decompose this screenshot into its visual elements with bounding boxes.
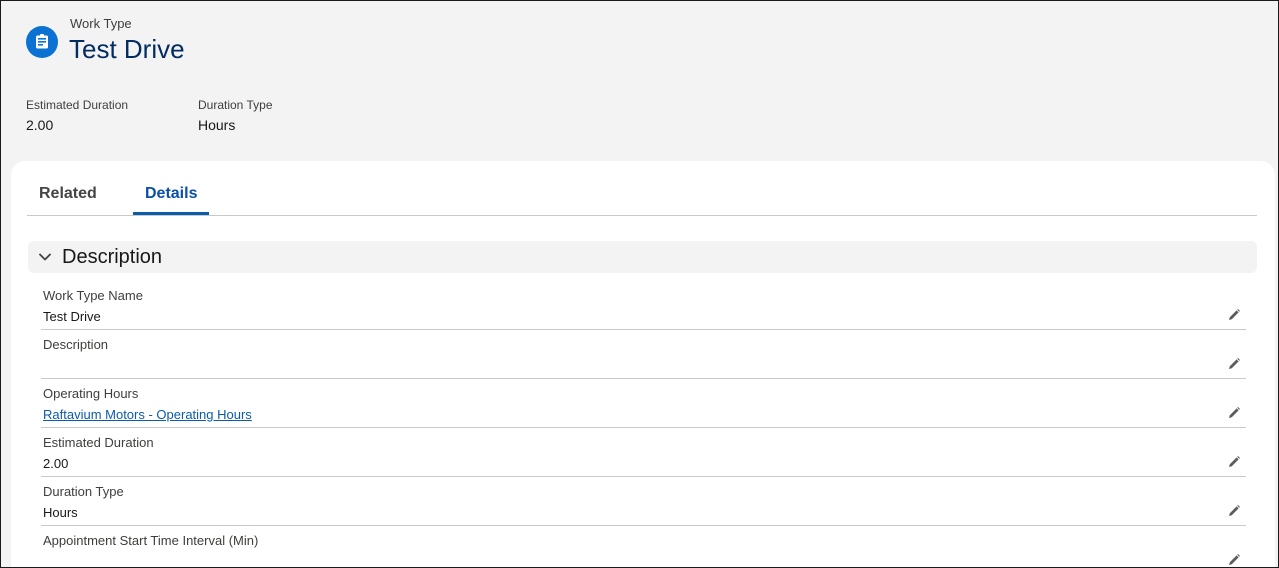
pencil-icon[interactable] bbox=[1226, 405, 1242, 421]
chevron-down-icon bbox=[38, 250, 52, 264]
pencil-icon[interactable] bbox=[1226, 503, 1242, 519]
tab-related[interactable]: Related bbox=[39, 185, 97, 215]
tab-details[interactable]: Details bbox=[133, 185, 210, 215]
record-title: Test Drive bbox=[69, 34, 185, 64]
object-type-label: Work Type bbox=[70, 16, 132, 31]
operating-hours-link[interactable]: Raftavium Motors - Operating Hours bbox=[43, 407, 252, 422]
field-value: Hours bbox=[43, 505, 78, 520]
field-value: Test Drive bbox=[43, 309, 101, 324]
field-label: Duration Type bbox=[43, 484, 124, 499]
field-label: Description bbox=[43, 337, 109, 352]
highlight-label: Estimated Duration bbox=[26, 98, 129, 112]
field-duration-type: Duration Type Hours bbox=[41, 477, 1246, 526]
tab-bar: Related Details bbox=[27, 161, 1257, 216]
field-label: Estimated Duration bbox=[43, 435, 154, 450]
section-description-header[interactable]: Description bbox=[28, 241, 1257, 273]
field-list: Work Type Name Test Drive Description Op… bbox=[41, 281, 1246, 567]
highlight-estimated-duration: Estimated Duration 2.00 bbox=[26, 97, 128, 134]
field-value: 2.00 bbox=[43, 456, 69, 471]
field-appointment-start-time-interval: Appointment Start Time Interval (Min) bbox=[41, 526, 1246, 567]
field-label: Operating Hours bbox=[43, 386, 139, 401]
pencil-icon[interactable] bbox=[1226, 454, 1242, 470]
field-label: Work Type Name bbox=[43, 288, 143, 303]
field-label: Appointment Start Time Interval (Min) bbox=[43, 533, 259, 548]
field-work-type-name: Work Type Name Test Drive bbox=[41, 281, 1246, 330]
pencil-icon[interactable] bbox=[1226, 356, 1242, 372]
record-page: Work Type Test Drive Estimated Duration … bbox=[0, 0, 1279, 568]
pencil-icon[interactable] bbox=[1226, 307, 1242, 323]
highlight-value: Hours bbox=[198, 117, 236, 133]
section-title: Description bbox=[62, 245, 163, 268]
details-card: Related Details Description Work Type Na… bbox=[11, 161, 1275, 567]
field-operating-hours: Operating Hours Raftavium Motors - Opera… bbox=[41, 379, 1246, 428]
work-type-icon bbox=[26, 26, 58, 58]
highlight-duration-type: Duration Type Hours bbox=[198, 97, 273, 134]
highlight-label: Duration Type bbox=[198, 98, 273, 112]
field-estimated-duration: Estimated Duration 2.00 bbox=[41, 428, 1246, 477]
pencil-icon[interactable] bbox=[1226, 552, 1242, 567]
highlight-value: 2.00 bbox=[26, 117, 54, 133]
field-description: Description bbox=[41, 330, 1246, 379]
